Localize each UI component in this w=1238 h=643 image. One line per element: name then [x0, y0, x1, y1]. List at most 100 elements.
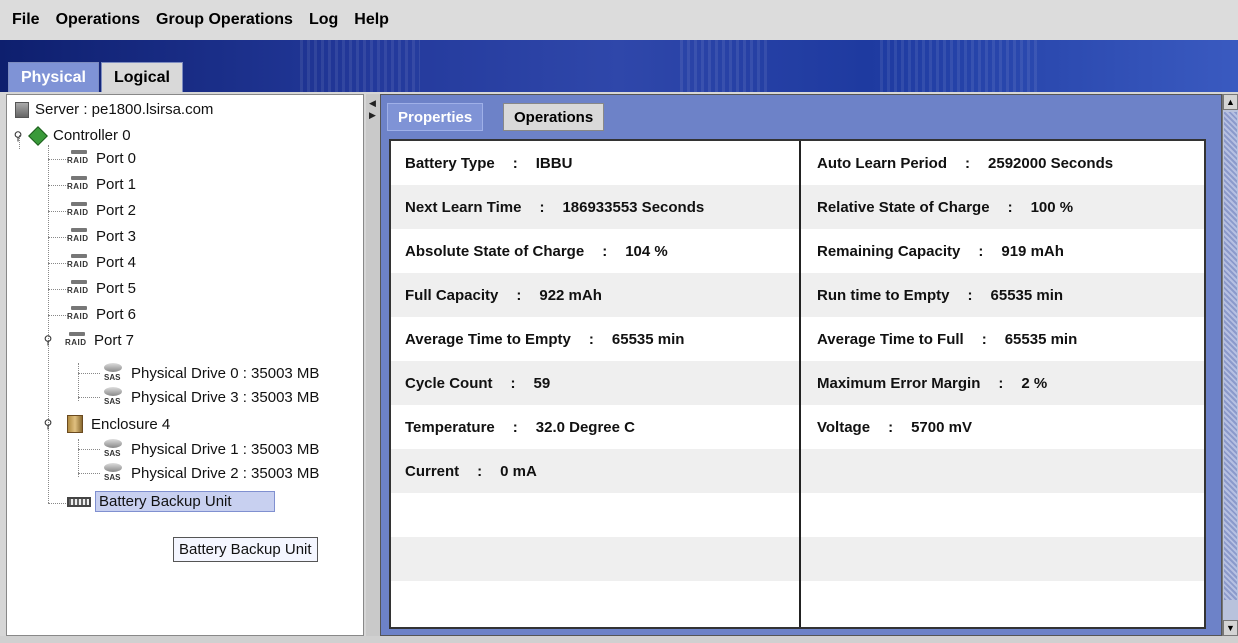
- tree-item-label: Server : pe1800.lsirsa.com: [35, 101, 214, 118]
- property-voltage: Voltage:5700 mV: [817, 418, 972, 436]
- tree-line: [48, 315, 68, 316]
- tree-line: [48, 237, 68, 238]
- details-pane: Properties Operations Battery Type: IBBU …: [380, 94, 1222, 636]
- property-current: Current:0 mA: [405, 462, 537, 480]
- tab-properties[interactable]: Properties: [387, 103, 484, 131]
- property-average-time-to-empty: Average Time to Empty:65535 min: [405, 330, 685, 348]
- raid-port-icon: RAID: [67, 174, 93, 194]
- sas-drive-icon: SAS: [101, 438, 125, 460]
- tree-item-label: Port 1: [96, 175, 137, 193]
- tree-item-physical-drive[interactable]: SAS Physical Drive 1 : 35003 MB: [101, 438, 319, 460]
- tree-item-label: Port 6: [96, 305, 137, 323]
- tree-item-port-7[interactable]: ⚲ RAID Port 7: [41, 330, 134, 350]
- tree-line: [78, 439, 79, 477]
- tree-item-port-6[interactable]: RAID Port 6: [67, 304, 136, 324]
- property-run-time-to-empty: Run time to Empty:65535 min: [817, 286, 1064, 304]
- tree-line: [78, 473, 100, 474]
- tree-item-controller[interactable]: ⚲ Controller 0: [11, 125, 131, 146]
- expand-pin-icon[interactable]: ⚲: [41, 417, 55, 431]
- tree-item-label: Port 5: [96, 279, 137, 297]
- tree-item-label: Port 4: [96, 253, 137, 271]
- raid-port-icon: RAID: [67, 304, 93, 324]
- tree-item-label: Port 0: [96, 149, 137, 167]
- tree-line: [48, 289, 68, 290]
- property-cycle-count: Cycle Count:59: [405, 374, 551, 392]
- tree-item-label: Battery Backup Unit: [95, 491, 275, 512]
- menu-operations[interactable]: Operations: [56, 11, 140, 29]
- sas-drive-icon: SAS: [101, 362, 125, 384]
- tree-item-label: Physical Drive 0 : 35003 MB: [131, 364, 320, 382]
- scroll-down-icon[interactable]: ▼: [1223, 620, 1238, 636]
- collapse-right-icon[interactable]: ▶: [369, 110, 376, 121]
- tree-item-port-0[interactable]: RAID Port 0: [67, 148, 136, 168]
- raid-port-icon: RAID: [65, 330, 91, 350]
- tree-item-port-2[interactable]: RAID Port 2: [67, 200, 136, 220]
- tree-line: [78, 397, 100, 398]
- raid-port-icon: RAID: [67, 226, 93, 246]
- property-remaining-capacity: Remaining Capacity:919 mAh: [817, 242, 1064, 260]
- collapse-left-icon[interactable]: ◀: [369, 98, 376, 109]
- banner-decoration: [680, 40, 770, 92]
- tree-line: [78, 363, 79, 401]
- tree-item-label: Port 3: [96, 227, 137, 245]
- tree-line: [48, 185, 68, 186]
- tree-item-physical-drive[interactable]: SAS Physical Drive 0 : 35003 MB: [101, 362, 319, 384]
- raid-port-icon: RAID: [67, 200, 93, 220]
- tree-item-label: Physical Drive 1 : 35003 MB: [131, 440, 320, 458]
- column-divider: [799, 141, 801, 627]
- tree-line: [48, 263, 68, 264]
- tree-item-label: Port 7: [94, 331, 135, 349]
- scroll-track[interactable]: [1224, 112, 1237, 600]
- banner-decoration: [300, 40, 420, 92]
- tree-item-port-5[interactable]: RAID Port 5: [67, 278, 136, 298]
- tooltip: Battery Backup Unit: [173, 537, 318, 562]
- property-relative-state-of-charge: Relative State of Charge:100 %: [817, 198, 1074, 216]
- scroll-up-icon[interactable]: ▲: [1223, 94, 1238, 110]
- sas-drive-icon: SAS: [101, 462, 125, 484]
- tab-logical[interactable]: Logical: [100, 62, 183, 92]
- raid-port-icon: RAID: [67, 148, 93, 168]
- view-tabs: Physical Logical: [8, 62, 185, 92]
- tree-line: [48, 159, 68, 160]
- tab-operations[interactable]: Operations: [503, 103, 605, 131]
- controller-icon: [28, 125, 48, 146]
- status-bar: [0, 636, 1238, 643]
- header-banner: Physical Logical: [0, 40, 1238, 92]
- tree-item-server[interactable]: Server : pe1800.lsirsa.com: [15, 101, 213, 118]
- device-tree: Server : pe1800.lsirsa.com ⚲ Controller …: [6, 94, 364, 636]
- vertical-scrollbar[interactable]: ▲ ▼: [1222, 94, 1238, 636]
- tree-item-label: Physical Drive 2 : 35003 MB: [131, 464, 320, 482]
- tab-physical[interactable]: Physical: [8, 62, 99, 92]
- expand-pin-icon[interactable]: ⚲: [11, 129, 25, 143]
- menu-log[interactable]: Log: [309, 11, 338, 29]
- tree-line: [78, 449, 100, 450]
- property-auto-learn-period: Auto Learn Period:2592000 Seconds: [817, 154, 1114, 172]
- tree-item-label: Controller 0: [53, 127, 131, 144]
- tree-item-label: Port 2: [96, 201, 137, 219]
- tree-line: [48, 503, 66, 504]
- tree-item-label: Physical Drive 3 : 35003 MB: [131, 388, 320, 406]
- server-icon: [15, 101, 29, 118]
- menu-bar: File Operations Group Operations Log Hel…: [0, 0, 1238, 40]
- expand-pin-icon[interactable]: ⚲: [41, 333, 55, 347]
- tree-item-battery-backup-unit[interactable]: Battery Backup Unit: [67, 491, 275, 512]
- tree-item-physical-drive[interactable]: SAS Physical Drive 2 : 35003 MB: [101, 462, 319, 484]
- property-average-time-to-full: Average Time to Full:65535 min: [817, 330, 1078, 348]
- pane-splitter[interactable]: ◀ ▶: [366, 94, 380, 636]
- property-maximum-error-margin: Maximum Error Margin:2 %: [817, 374, 1048, 392]
- menu-help[interactable]: Help: [354, 11, 389, 29]
- tree-item-port-1[interactable]: RAID Port 1: [67, 174, 136, 194]
- properties-panel: Battery Type: IBBU Next Learn Time:186933…: [389, 139, 1206, 629]
- tree-item-port-3[interactable]: RAID Port 3: [67, 226, 136, 246]
- enclosure-icon: [67, 415, 83, 433]
- tree-item-enclosure[interactable]: ⚲ Enclosure 4: [41, 415, 170, 433]
- battery-icon: [67, 496, 91, 507]
- raid-port-icon: RAID: [67, 278, 93, 298]
- menu-file[interactable]: File: [12, 11, 40, 29]
- tree-line: [78, 373, 100, 374]
- menu-group-operations[interactable]: Group Operations: [156, 11, 293, 29]
- sas-drive-icon: SAS: [101, 386, 125, 408]
- tree-item-port-4[interactable]: RAID Port 4: [67, 252, 136, 272]
- raid-port-icon: RAID: [67, 252, 93, 272]
- tree-item-physical-drive[interactable]: SAS Physical Drive 3 : 35003 MB: [101, 386, 319, 408]
